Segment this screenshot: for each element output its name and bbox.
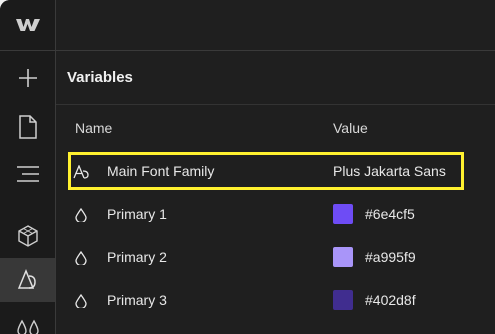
- column-header-value[interactable]: Value: [333, 120, 368, 136]
- panel-divider: [56, 104, 495, 105]
- color-drop-icon: [73, 250, 89, 266]
- webflow-app-window: Variables Name Value Main Font Family Pl…: [0, 0, 495, 334]
- variable-value: #a995f9: [365, 249, 416, 265]
- add-icon[interactable]: [0, 56, 55, 100]
- variable-name: Primary 3: [107, 292, 167, 308]
- drops-icon[interactable]: [0, 306, 55, 334]
- variables-icon[interactable]: [0, 258, 55, 302]
- variable-row-primary-2[interactable]: Primary 2 #a995f9: [56, 238, 495, 278]
- variable-name: Primary 1: [107, 206, 167, 222]
- variable-value: #402d8f: [365, 292, 416, 308]
- left-toolbar: [0, 0, 56, 334]
- color-swatch[interactable]: [333, 290, 353, 310]
- variable-value: #6e4cf5: [365, 206, 415, 222]
- variable-row-primary-1[interactable]: Primary 1 #6e4cf5: [56, 195, 495, 235]
- navigator-icon[interactable]: [0, 152, 55, 196]
- color-swatch[interactable]: [333, 204, 353, 224]
- variable-row-primary-3[interactable]: Primary 3 #402d8f: [56, 281, 495, 321]
- color-drop-icon: [73, 293, 89, 309]
- color-drop-icon: [73, 207, 89, 223]
- webflow-logo-icon[interactable]: [0, 0, 55, 51]
- color-swatch[interactable]: [333, 247, 353, 267]
- variable-name: Primary 2: [107, 249, 167, 265]
- column-header-name[interactable]: Name: [75, 120, 112, 136]
- page-icon[interactable]: [0, 105, 55, 149]
- highlight-box: [68, 152, 464, 190]
- top-bar: [56, 0, 495, 51]
- panel-title: Variables: [67, 69, 133, 86]
- components-cube-icon[interactable]: [0, 214, 55, 258]
